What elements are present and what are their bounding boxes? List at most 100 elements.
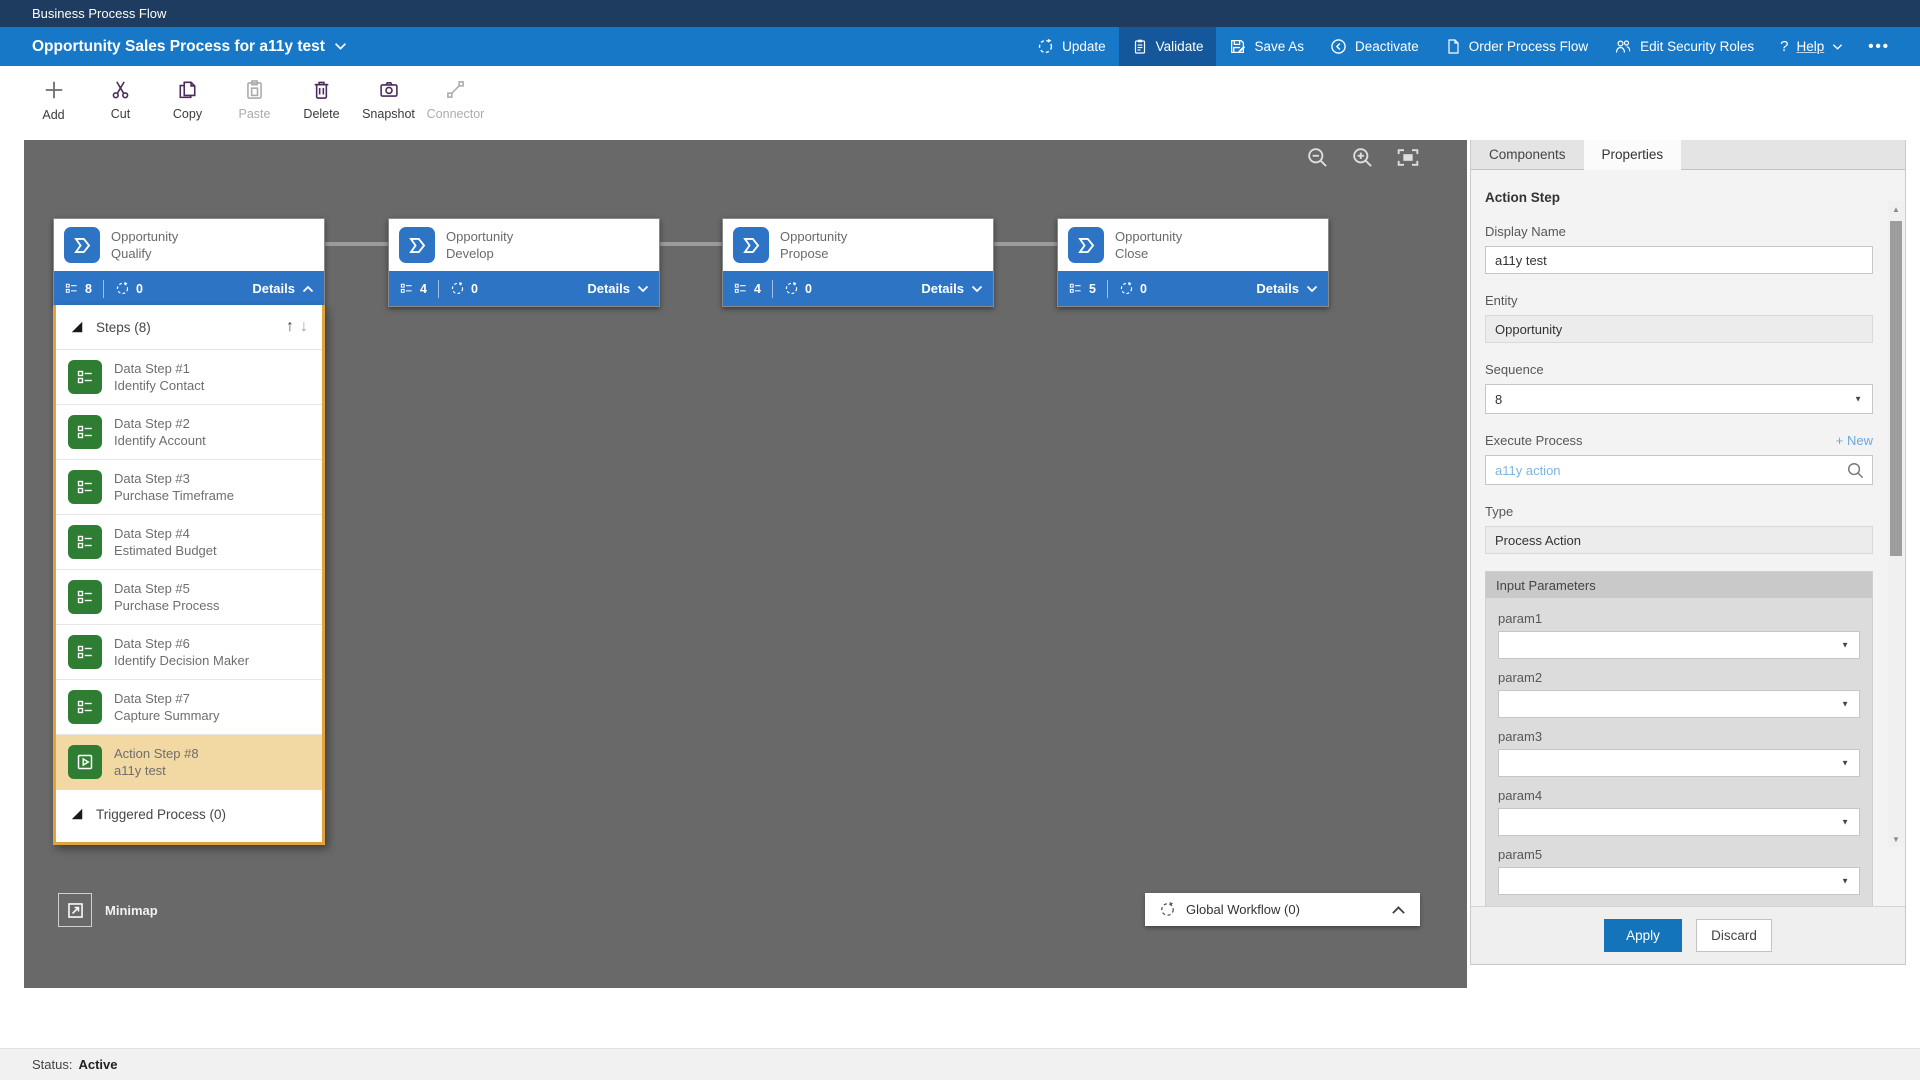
paste-icon — [244, 79, 265, 100]
zoom-in-button[interactable] — [1351, 146, 1374, 169]
param-dropdown[interactable]: ▼ — [1498, 631, 1860, 659]
search-icon[interactable] — [1846, 461, 1865, 480]
input-parameters-header: Input Parameters — [1486, 572, 1872, 598]
update-button[interactable]: Update — [1024, 27, 1119, 66]
steps-count: 4 — [399, 281, 427, 296]
save-as-button[interactable]: Save As — [1216, 27, 1317, 66]
process-count: 0 — [450, 281, 478, 296]
triggered-process-row[interactable]: Triggered Process (0) — [56, 790, 322, 838]
chevron-down-icon — [971, 285, 983, 293]
param-dropdown[interactable]: ▼ — [1498, 749, 1860, 777]
details-toggle[interactable]: Details — [1256, 281, 1318, 296]
step-row[interactable]: Data Step #5 Purchase Process — [56, 570, 322, 625]
step-subtitle: Purchase Timeframe — [114, 487, 234, 504]
delete-button[interactable]: Delete — [288, 66, 355, 121]
entity-field: Opportunity — [1485, 315, 1873, 343]
step-subtitle: Purchase Process — [114, 597, 220, 614]
details-toggle[interactable]: Details — [921, 281, 983, 296]
step-subtitle: Identify Decision Maker — [114, 652, 249, 669]
step-title: Data Step #6 — [114, 635, 249, 652]
copy-button[interactable]: Copy — [154, 66, 221, 121]
process-title-menu[interactable]: Opportunity Sales Process for a11y test — [32, 38, 347, 56]
display-name-field[interactable] — [1485, 246, 1873, 274]
panel-scrollbar[interactable]: ▲ ▼ — [1888, 201, 1904, 847]
step-row[interactable]: Data Step #1 Identify Contact — [56, 350, 322, 405]
step-row[interactable]: Data Step #3 Purchase Timeframe — [56, 460, 322, 515]
minimap-button[interactable]: Minimap — [58, 893, 158, 927]
command-bar: Opportunity Sales Process for a11y test … — [0, 27, 1920, 66]
plus-icon — [43, 79, 65, 101]
tab-properties[interactable]: Properties — [1584, 140, 1682, 170]
scroll-down-arrow[interactable]: ▼ — [1888, 831, 1904, 847]
step-row[interactable]: Data Step #2 Identify Account — [56, 405, 322, 460]
stage-header: Opportunity Close — [1058, 219, 1328, 271]
add-button[interactable]: Add — [20, 66, 87, 122]
move-step-up-button[interactable]: ↑ — [286, 318, 294, 336]
apply-button[interactable]: Apply — [1604, 919, 1682, 952]
step-row[interactable]: Data Step #7 Capture Summary — [56, 680, 322, 735]
sequence-label: Sequence — [1485, 362, 1873, 377]
discard-button[interactable]: Discard — [1696, 919, 1772, 952]
cut-button[interactable]: Cut — [87, 66, 154, 121]
chevron-down-icon — [637, 285, 649, 293]
global-workflow-bar[interactable]: Global Workflow (0) — [1145, 893, 1420, 926]
help-icon: ? — [1780, 38, 1788, 55]
steps-header-label: Steps (8) — [96, 320, 151, 335]
step-title: Data Step #5 — [114, 580, 220, 597]
refresh-icon — [784, 281, 799, 296]
global-workflow-label: Global Workflow (0) — [1186, 902, 1300, 917]
stage-card-qualify[interactable]: Opportunity Qualify 8 0 Details — [53, 218, 325, 307]
snapshot-button[interactable]: Snapshot — [355, 66, 422, 121]
new-process-link[interactable]: + New — [1836, 433, 1873, 448]
execute-process-label: Execute Process — [1485, 433, 1583, 448]
scroll-up-arrow[interactable]: ▲ — [1888, 201, 1904, 217]
fit-screen-button[interactable] — [1396, 146, 1420, 169]
chevron-down-icon: ▼ — [1841, 641, 1849, 650]
connector-button: Connector — [422, 66, 489, 121]
sequence-dropdown[interactable]: 8 ▼ — [1485, 384, 1873, 414]
refresh-icon — [1037, 38, 1054, 55]
step-title: Action Step #8 — [114, 745, 199, 762]
chevron-down-icon — [1306, 285, 1318, 293]
stage-card-close[interactable]: Opportunity Close 5 0 Details — [1057, 218, 1329, 307]
stage-card-develop[interactable]: Opportunity Develop 4 0 Details — [388, 218, 660, 307]
move-step-down-button[interactable]: ↓ — [300, 318, 308, 336]
stage-steps-panel: Steps (8) ↑ ↓ Data Step #1 Identify Cont… — [53, 305, 325, 845]
deactivate-button[interactable]: Deactivate — [1317, 27, 1432, 66]
order-process-flow-button[interactable]: Order Process Flow — [1432, 27, 1601, 66]
camera-icon — [378, 79, 400, 100]
stage-header: Opportunity Qualify — [54, 219, 324, 271]
chevron-up-icon[interactable] — [1391, 905, 1406, 915]
refresh-icon — [115, 281, 130, 296]
stage-connector — [325, 242, 388, 246]
step-row[interactable]: Data Step #4 Estimated Budget — [56, 515, 322, 570]
step-subtitle: a11y test — [114, 762, 199, 779]
validate-icon — [1132, 38, 1148, 55]
param-dropdown[interactable]: ▼ — [1498, 867, 1860, 895]
details-toggle[interactable]: Details — [252, 281, 314, 296]
param-field: param2 ▼ — [1498, 670, 1860, 718]
chevron-down-icon: ▼ — [1854, 395, 1862, 404]
step-row[interactable]: Data Step #6 Identify Decision Maker — [56, 625, 322, 680]
param-dropdown[interactable]: ▼ — [1498, 808, 1860, 836]
help-button[interactable]: ? Help — [1767, 27, 1856, 66]
scrollbar-thumb[interactable] — [1890, 221, 1902, 556]
more-commands-button[interactable]: ••• — [1856, 27, 1902, 66]
execute-process-field[interactable] — [1485, 455, 1873, 485]
param-dropdown[interactable]: ▼ — [1498, 690, 1860, 718]
tab-components[interactable]: Components — [1471, 140, 1584, 169]
properties-panel: Components Properties Action Step Displa… — [1470, 140, 1906, 965]
step-title: Data Step #2 — [114, 415, 206, 432]
type-field: Process Action — [1485, 526, 1873, 554]
edit-security-roles-button[interactable]: Edit Security Roles — [1601, 27, 1767, 66]
steps-section-header: Steps (8) ↑ ↓ — [56, 305, 322, 350]
validate-button[interactable]: Validate — [1119, 27, 1217, 66]
flow-canvas[interactable]: Opportunity Qualify 8 0 Details — [24, 140, 1467, 988]
stage-card-propose[interactable]: Opportunity Propose 4 0 Details — [722, 218, 994, 307]
process-count: 0 — [1119, 281, 1147, 296]
zoom-out-button[interactable] — [1306, 146, 1329, 169]
chevron-down-icon: ▼ — [1841, 877, 1849, 886]
stage-name: Qualify — [111, 245, 178, 262]
details-toggle[interactable]: Details — [587, 281, 649, 296]
step-row[interactable]: Action Step #8 a11y test — [56, 735, 322, 790]
